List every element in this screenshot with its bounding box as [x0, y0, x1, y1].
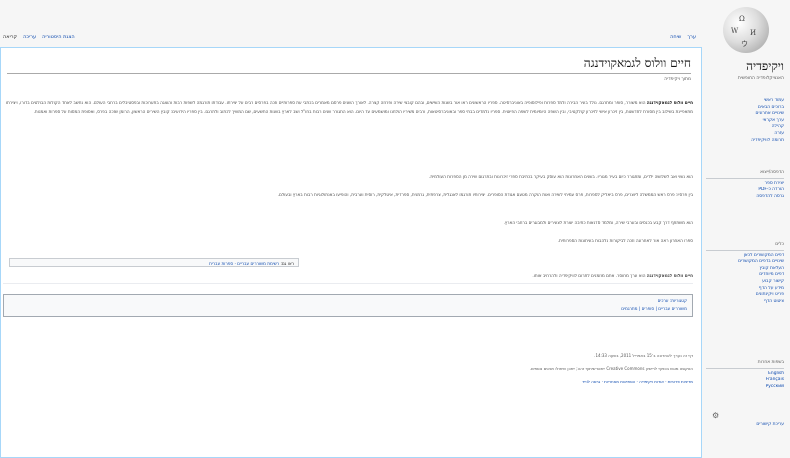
- sidebar-item-lang-fr[interactable]: Français: [706, 377, 784, 384]
- sidebar-item-welcome[interactable]: ברוכים הבאים: [706, 105, 784, 112]
- footer-links[interactable]: מדיניות פרטיות · אודות ויקיפדיה · הסתייג…: [582, 379, 693, 384]
- sidebar-item-page-info[interactable]: מידע על הדף: [706, 286, 784, 293]
- sidebar-heading-languages[interactable]: בשפות אחרות: [706, 360, 784, 369]
- stub-lead: חיים וולוס לגמאקוידנגה: [646, 273, 693, 278]
- view-tabs: קריאה עריכה הצגת היסטוריה: [3, 34, 75, 40]
- page-title: חיים וולוס לגמאקוידנגה: [583, 56, 691, 70]
- tab-bar: קריאה עריכה הצגת היסטוריה ערך שיחה: [0, 30, 702, 47]
- paragraph-4: הוא משתתף דרך קבע בכנסים ובערבי שירה, ומ…: [503, 220, 693, 225]
- puzzle-glyph-icon: И: [750, 29, 757, 37]
- tab-talk[interactable]: שיחה: [670, 34, 681, 40]
- sidebar-item-download-pdf[interactable]: הורדה כ-PDF: [706, 187, 784, 194]
- footer-last-modified: דף זה נערך לאחרונה ב־15 באפריל 2011, בשע…: [594, 353, 693, 358]
- sidebar-item-main-page[interactable]: עמוד ראשי: [706, 98, 784, 105]
- page: קריאה עריכה הצגת היסטוריה ערך שיחה חיים …: [0, 0, 790, 458]
- sidebar-item-wikidata[interactable]: פריט ויקינתונים: [706, 292, 784, 299]
- namespace-tabs: ערך שיחה: [670, 34, 696, 40]
- sidebar-item-related-changes[interactable]: שינויים בדפים המקושרים: [706, 259, 784, 266]
- tab-article[interactable]: ערך: [687, 34, 696, 40]
- sidebar-item-create-book[interactable]: יצירת ספר: [706, 181, 784, 188]
- divider: [3, 283, 693, 284]
- sidebar-item-special-pages[interactable]: דפים מיוחדים: [706, 272, 784, 279]
- sidebar-item-cite[interactable]: ציטוט הדף: [706, 299, 784, 306]
- footer-license: הטקסט מוגש בכפוף לרישיון Creative Common…: [529, 366, 693, 371]
- paragraph-text: הוא משורר, סופר ומתרגם. נולד בעיר הבירה …: [5, 100, 693, 114]
- sidebar: Ω W И ウ ויקיפדיה האנציקלופדיה החופשית עמ…: [702, 0, 790, 458]
- category-links[interactable]: משוררים עבריים | סופרים | מתרגמים: [9, 306, 687, 311]
- edit-links-link[interactable]: עריכת קישורים: [706, 422, 784, 429]
- nav-group-tools: כלים דפים המקושרים לכאן שינויים בדפים המ…: [706, 242, 784, 305]
- paragraph-2: הוא נשוי ואב לשלושה ילדים, ומתגורר כיום …: [429, 174, 693, 179]
- see-also-label: ראו גם:: [280, 261, 294, 266]
- puzzle-glyph-icon: Ω: [739, 15, 745, 23]
- content-area: חיים וולוס לגמאקוידנגה מתוך ויקיפדיה חיי…: [0, 47, 702, 458]
- puzzle-glyph-icon: W: [731, 27, 739, 35]
- stub-text: הוא ערך מחוסר. אתם מוזמנים לתרום לוויקיפ…: [532, 273, 646, 278]
- edit-links-group: עריכת קישורים: [706, 422, 784, 429]
- tab-history[interactable]: הצגת היסטוריה: [42, 34, 75, 40]
- sidebar-item-community[interactable]: קהילה: [706, 124, 784, 131]
- category-box: קטגוריות: ערכים משוררים עבריים | סופרים …: [3, 294, 693, 317]
- sidebar-item-recent-changes[interactable]: שינויים אחרונים: [706, 111, 784, 118]
- sidebar-item-what-links-here[interactable]: דפים המקושרים לכאן: [706, 253, 784, 260]
- sidebar-heading-tools[interactable]: כלים: [706, 242, 784, 251]
- paragraph-3: בין פרסיו: פרס ראש הממשלה ליוצרים, פרס ב…: [277, 192, 693, 197]
- sidebar-item-help[interactable]: עזרה: [706, 131, 784, 138]
- title-divider: [7, 73, 691, 74]
- puzzle-glyph-icon: ウ: [741, 40, 748, 48]
- sidebar-item-printable[interactable]: גרסה להדפסה: [706, 194, 784, 201]
- wikipedia-globe-logo[interactable]: Ω W И ウ: [723, 7, 769, 53]
- nav-group-main: עמוד ראשי ברוכים הבאים שינויים אחרונים ע…: [706, 98, 784, 144]
- stub-notice: חיים וולוס לגמאקוידנגה הוא ערך מחוסר. את…: [532, 273, 693, 278]
- nav-group-print: הדפסה/ייצוא יצירת ספר הורדה כ-PDF גרסה ל…: [706, 170, 784, 200]
- categories-label[interactable]: קטגוריות: ערכים: [9, 298, 687, 303]
- sidebar-item-donate[interactable]: תרומה לוויקיפדיה: [706, 138, 784, 145]
- sidebar-item-random[interactable]: ערך אקראי: [706, 118, 784, 125]
- sidebar-item-lang-en[interactable]: English: [706, 371, 784, 378]
- paragraph-5: ספרו האחרון ראה אור לאחרונה וזכה לביקורו…: [557, 238, 693, 243]
- sidebar-item-upload[interactable]: העלאת קובץ: [706, 266, 784, 273]
- sidebar-item-permalink[interactable]: קישור קבוע: [706, 279, 784, 286]
- sidebar-heading-print[interactable]: הדפסה/ייצוא: [706, 170, 784, 179]
- see-also-box: ראו גם: רשימת משוררים עבריים · ספרות עבר…: [9, 258, 299, 267]
- nav-group-languages: בשפות אחרות English Français Русский: [706, 360, 784, 390]
- see-also-links[interactable]: רשימת משוררים עבריים · ספרות עברית: [209, 261, 279, 266]
- tab-edit[interactable]: עריכה: [23, 34, 36, 40]
- paragraph-1: חיים וולוס לגמאקוידנגה הוא משורר, סופר ו…: [3, 98, 693, 116]
- sidebar-item-lang-ru[interactable]: Русский: [706, 384, 784, 391]
- site-sub: מתוך ויקיפדיה: [664, 77, 691, 82]
- site-wordmark[interactable]: ויקיפדיה: [746, 59, 784, 74]
- article-lead: חיים וולוס לגמאקוידנגה: [646, 100, 693, 105]
- tab-read[interactable]: קריאה: [3, 34, 17, 40]
- gear-icon[interactable]: ⚙: [712, 411, 719, 420]
- site-tagline: האנציקלופדיה החופשית: [737, 76, 784, 81]
